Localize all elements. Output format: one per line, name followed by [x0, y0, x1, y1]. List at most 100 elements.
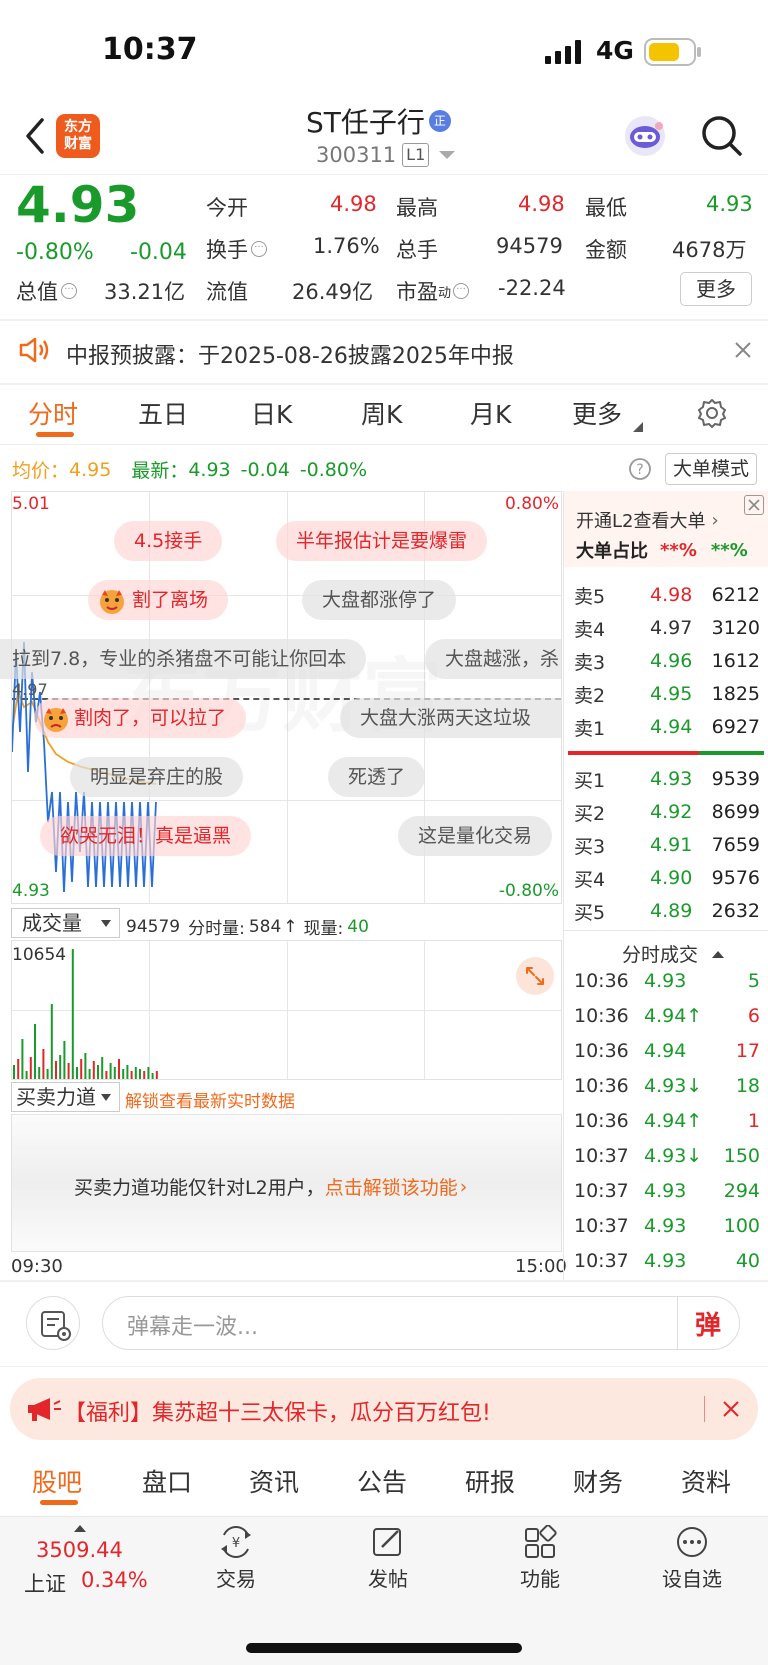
tick-vol: 18 — [735, 1075, 760, 1097]
ask-row[interactable]: 卖2 4.95 1825 — [574, 678, 764, 710]
ask-row[interactable]: 卖4 4.97 3120 — [574, 612, 764, 644]
stock-code-row[interactable]: 300311 L1 — [316, 143, 457, 167]
more-button[interactable]: 更多 — [680, 272, 752, 306]
big-order-mode-button[interactable]: 大单模式 — [665, 453, 757, 485]
tick-time: 10:37 — [574, 1145, 629, 1167]
settings-icon[interactable] — [697, 398, 727, 432]
volume-bar — [155, 1071, 158, 1079]
trade-icon: ¥ — [221, 1526, 251, 1558]
stock-badge: 正 — [428, 110, 451, 132]
close-icon[interactable] — [744, 495, 764, 515]
tab-five-day[interactable]: 五日 — [138, 395, 188, 431]
high-label: 最高 — [396, 196, 438, 220]
ticks-header[interactable]: 分时成交 — [622, 940, 725, 967]
post-label: 发帖 — [368, 1567, 408, 1591]
bid-row[interactable]: 买5 4.89 2632 — [574, 895, 764, 927]
unlock-data-link[interactable]: 解锁查看最新实时数据 — [125, 1087, 295, 1112]
danmu-bubble[interactable]: 死透了 — [328, 757, 426, 797]
notice-text[interactable]: 中报预披露：于2025-08-26披露2025年中报 — [66, 338, 514, 370]
bid-row[interactable]: 买2 4.92 8699 — [574, 796, 764, 828]
high-value: 4.98 — [518, 192, 565, 216]
volume-max-label: 10654 — [12, 945, 67, 965]
danmu-placeholder: 弹幕走一波... — [127, 1315, 258, 1340]
nav-trade[interactable]: ¥ 交易 — [181, 1525, 291, 1592]
danmu-bubble[interactable]: 大盘大涨两天这垃圾 — [340, 698, 562, 738]
pe-sup: 动 — [438, 285, 452, 301]
bid-label: 买3 — [574, 835, 606, 858]
turnover-label-row[interactable]: 换手 ··· — [206, 234, 267, 264]
bid-row[interactable]: 买1 4.93 9539 — [574, 763, 764, 795]
volume-chart[interactable]: 10654 — [11, 940, 562, 1080]
ask-label: 卖3 — [574, 651, 606, 674]
ask-row[interactable]: 卖5 4.98 6212 — [574, 579, 764, 611]
danmu-bubble[interactable]: 明显是弃庄的股 — [70, 757, 244, 797]
tab-finance[interactable]: 财务 — [573, 1463, 623, 1499]
volume-indicator-select[interactable]: 成交量 — [11, 908, 120, 938]
ticks-title: 分时成交 — [622, 944, 699, 966]
volume-bar — [55, 1061, 57, 1079]
danmu-bubble[interactable]: 这是量化交易 — [398, 816, 553, 856]
nav-post[interactable]: 发帖 — [333, 1525, 443, 1592]
assistant-avatar-icon[interactable] — [623, 114, 667, 162]
danmu-bubble[interactable]: 拉到7.8，专业的杀猪盘不可能让你回本 — [0, 639, 367, 679]
volume-total: 94579 — [126, 916, 181, 937]
caret-up-icon — [712, 950, 725, 958]
force-unlock-link[interactable]: 点击解锁该功能 — [325, 1173, 458, 1200]
pe-label-row[interactable]: 市盈 动 ··· — [396, 276, 470, 306]
danmu-input[interactable]: 弹幕走一波... 弹 — [102, 1296, 740, 1350]
ask-row[interactable]: 卖3 4.96 1612 — [574, 645, 764, 677]
tab-weekly-k[interactable]: 周K — [361, 395, 402, 431]
volume-bar — [71, 949, 74, 1079]
help-icon[interactable]: ? — [628, 457, 652, 485]
tab-guba[interactable]: 股吧 — [32, 1463, 82, 1499]
tick-row: 10:37 4.93 40 — [574, 1246, 764, 1280]
expand-icon[interactable] — [516, 957, 554, 995]
grid-icon — [525, 1525, 557, 1558]
ask-row[interactable]: 卖1 4.94 6927 — [574, 711, 764, 743]
force-indicator-select[interactable]: 买卖力道 — [11, 1082, 120, 1112]
tab-research[interactable]: 研报 — [465, 1463, 515, 1499]
tab-pankou[interactable]: 盘口 — [142, 1463, 192, 1499]
tab-profile[interactable]: 资料 — [681, 1463, 731, 1499]
l2-promo-box[interactable]: 开通L2查看大单 › 大单占比 **% **% — [564, 491, 768, 567]
tab-monthly-k[interactable]: 月K — [470, 395, 511, 431]
bid-label: 买1 — [574, 769, 606, 792]
danmu-list-icon[interactable] — [26, 1296, 80, 1350]
bid-row[interactable]: 买4 4.90 9576 — [574, 862, 764, 894]
chevron-down-icon — [439, 151, 456, 159]
danmu-bubble[interactable]: 半年报估计是要爆雷 — [276, 521, 488, 561]
tab-announcements[interactable]: 公告 — [357, 1463, 407, 1499]
close-icon[interactable] — [722, 1400, 740, 1418]
volume-bar — [147, 1067, 150, 1079]
nav-functions[interactable]: 功能 — [485, 1525, 595, 1592]
nav-watchlist[interactable]: 设自选 — [637, 1525, 747, 1592]
trade-label: 交易 — [216, 1567, 256, 1591]
tab-intraday[interactable]: 分时 — [28, 395, 78, 431]
volume-bar — [42, 1049, 45, 1079]
danmu-bubble[interactable]: 大盘越涨，杀 — [425, 639, 562, 679]
close-icon[interactable] — [734, 341, 752, 363]
back-icon[interactable] — [22, 116, 48, 160]
info-icon: ··· — [453, 283, 470, 299]
tick-price: 4.93↓ — [644, 1075, 703, 1097]
danmu-bubble[interactable]: 大盘都涨停了 — [302, 580, 457, 620]
mktcap-label-row[interactable]: 总值 ··· — [16, 276, 77, 306]
danmu-bubble[interactable]: 4.5接手 — [114, 521, 223, 561]
ask-price: 4.94 — [650, 716, 693, 738]
tick-time: 10:36 — [574, 1110, 629, 1132]
app-logo[interactable]: 东方 财富 — [56, 114, 100, 158]
ask-vol: 1825 — [711, 683, 760, 705]
change-pct: -0.80% — [16, 240, 94, 265]
danmu-send-button[interactable]: 弹 — [695, 1305, 721, 1342]
tab-daily-k[interactable]: 日K — [251, 395, 292, 431]
search-icon[interactable] — [700, 114, 744, 162]
danmu-bubble[interactable]: 欲哭无泪！真是逼黑 — [40, 816, 252, 856]
tick-price: 4.93 — [644, 1180, 687, 1202]
tab-news[interactable]: 资讯 — [249, 1463, 299, 1499]
bid-row[interactable]: 买3 4.91 7659 — [574, 829, 764, 861]
tab-more[interactable]: 更多 — [572, 395, 622, 431]
tick-time: 10:36 — [574, 1075, 629, 1097]
promo-banner[interactable]: 【福利】集苏超十三太保卡，瓜分百万红包! — [10, 1378, 758, 1440]
volume-bar — [126, 1065, 129, 1079]
volume-bar — [50, 1004, 53, 1079]
